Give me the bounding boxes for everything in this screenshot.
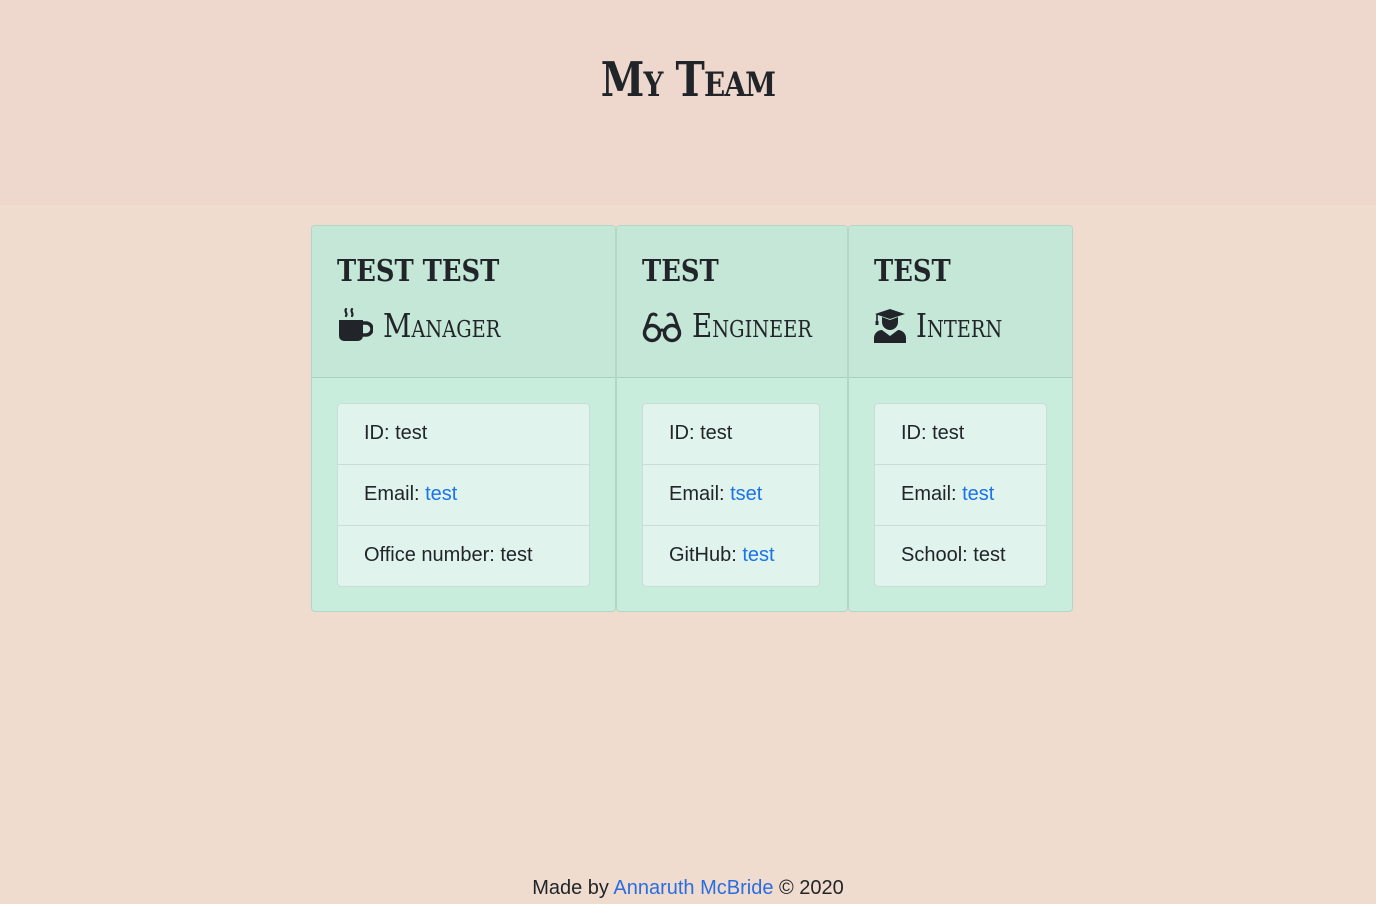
github-link[interactable]: test xyxy=(742,544,774,566)
role-label: Intern xyxy=(916,306,1003,345)
github-item: GitHub: test xyxy=(643,526,819,586)
email-item: Email: tset xyxy=(643,465,819,526)
id-value: test xyxy=(700,422,733,444)
id-label: ID: xyxy=(669,422,701,444)
coffee-icon xyxy=(337,307,373,344)
email-link[interactable]: test xyxy=(425,483,457,505)
footer-prefix: Made by xyxy=(532,877,614,899)
id-item: ID: test xyxy=(338,404,589,465)
school-value: test xyxy=(973,544,1006,566)
card-header: TEST TEST Manager xyxy=(312,226,615,378)
employee-details-list: ID: test Email: tset GitHub: test xyxy=(642,403,820,587)
employee-name: TEST xyxy=(642,254,719,289)
page-title: My Team xyxy=(600,52,776,108)
office-number-label: Office number: xyxy=(364,544,501,566)
email-label: Email: xyxy=(364,483,426,505)
id-value: test xyxy=(395,422,428,444)
employee-role: Engineer xyxy=(642,306,835,345)
role-label: Manager xyxy=(383,306,501,345)
glasses-icon xyxy=(642,308,682,344)
email-label: Email: xyxy=(901,483,963,505)
email-link[interactable]: test xyxy=(962,483,994,505)
footer: Made by Annaruth McBride © 2020 xyxy=(0,877,1376,900)
graduate-icon xyxy=(874,308,906,344)
office-number-value: test xyxy=(500,544,533,566)
email-link[interactable]: tset xyxy=(730,483,762,505)
employee-card-manager: TEST TEST Manager ID: test Email: test O… xyxy=(311,225,616,612)
author-link[interactable]: Annaruth McBride xyxy=(613,877,773,899)
school-item: School: test xyxy=(875,526,1046,586)
employee-role: Manager xyxy=(337,306,523,345)
employee-card-engineer: TEST Engineer ID: test Email: tset GitHu… xyxy=(616,225,848,612)
employee-name: TEST xyxy=(874,254,951,289)
github-label: GitHub: xyxy=(669,544,743,566)
email-item: Email: test xyxy=(338,465,589,526)
office-number-item: Office number: test xyxy=(338,526,589,586)
employee-details-list: ID: test Email: test School: test xyxy=(874,403,1047,587)
id-item: ID: test xyxy=(643,404,819,465)
employee-role: Intern xyxy=(874,306,1019,345)
employee-details-list: ID: test Email: test Office number: test xyxy=(337,403,590,587)
footer-suffix: © 2020 xyxy=(773,877,844,899)
id-label: ID: xyxy=(364,422,396,444)
email-item: Email: test xyxy=(875,465,1046,526)
employee-card-intern: TEST Intern ID: test Email: test School:… xyxy=(848,225,1073,612)
id-value: test xyxy=(932,422,965,444)
email-label: Email: xyxy=(669,483,731,505)
card-header: TEST Intern xyxy=(849,226,1072,378)
id-label: ID: xyxy=(901,422,933,444)
header-banner: My Team xyxy=(0,0,1376,205)
card-header: TEST Engineer xyxy=(617,226,847,378)
role-label: Engineer xyxy=(692,306,812,345)
id-item: ID: test xyxy=(875,404,1046,465)
employee-name: TEST TEST xyxy=(337,254,500,289)
school-label: School: xyxy=(901,544,974,566)
